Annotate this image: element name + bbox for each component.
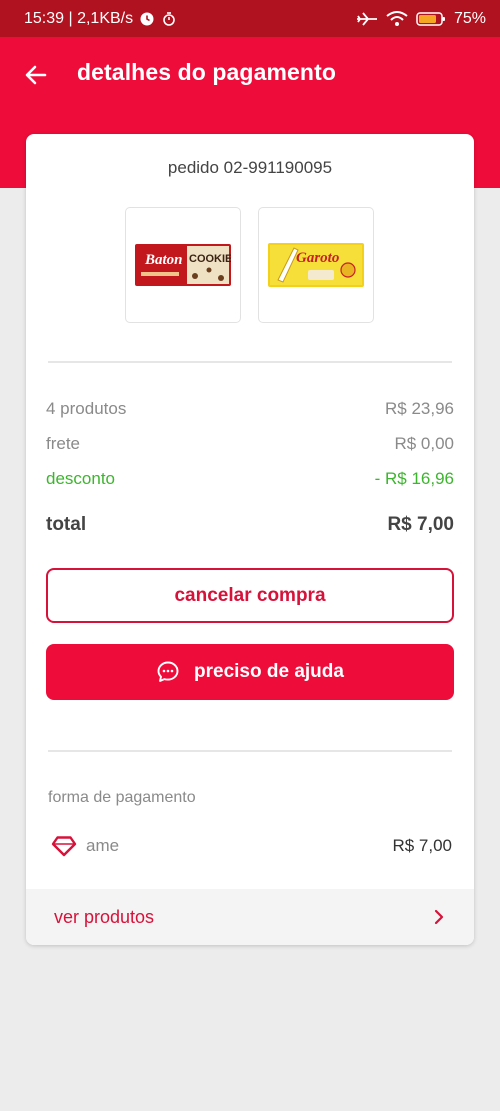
chat-bubble-icon bbox=[157, 661, 179, 682]
svg-text:Baton: Baton bbox=[144, 252, 183, 268]
discount-value: - R$ 16,96 bbox=[374, 469, 454, 488]
payment-details-card: pedido 02-991190095 COOKIE Baton Garoto … bbox=[26, 134, 474, 945]
cancel-purchase-button[interactable]: cancelar compra bbox=[46, 568, 454, 623]
view-products-label: ver produtos bbox=[54, 906, 155, 927]
svg-text:Garoto: Garoto bbox=[296, 250, 339, 266]
divider bbox=[48, 750, 452, 752]
order-id: pedido 02-991190095 bbox=[167, 158, 333, 177]
products-label: 4 produtos bbox=[46, 399, 127, 418]
products-row: 4 produtos R$ 23,96 bbox=[46, 399, 454, 419]
need-help-label: preciso de ajuda bbox=[194, 661, 344, 682]
status-time-speed: 15:39 | 2,1KB/s bbox=[24, 9, 134, 27]
payment-method-name: ame bbox=[86, 836, 120, 855]
chevron-right-icon bbox=[432, 909, 446, 925]
touch-icon bbox=[161, 11, 177, 27]
status-bar: 15:39 | 2,1KB/s 75% bbox=[0, 0, 500, 37]
baton-chocolate-image: COOKIE Baton bbox=[135, 244, 231, 286]
view-products-link[interactable]: ver produtos bbox=[26, 889, 474, 945]
payment-amount: R$ 7,00 bbox=[392, 836, 452, 855]
shipping-label: frete bbox=[46, 434, 81, 453]
arrow-left-icon bbox=[25, 65, 47, 85]
garoto-chocolate-image: Garoto bbox=[268, 243, 364, 287]
products-value: R$ 23,96 bbox=[385, 399, 454, 418]
battery-icon bbox=[416, 11, 446, 27]
total-value: R$ 7,00 bbox=[387, 514, 454, 535]
product-thumbnail-garoto[interactable]: Garoto bbox=[258, 207, 374, 323]
shipping-row: frete R$ 0,00 bbox=[46, 434, 454, 454]
need-help-button[interactable]: preciso de ajuda bbox=[46, 644, 454, 700]
status-left: 15:39 | 2,1KB/s bbox=[24, 10, 177, 28]
battery-level: 75% bbox=[453, 9, 486, 27]
total-label: total bbox=[46, 514, 87, 535]
divider bbox=[48, 361, 452, 363]
alarm-icon bbox=[139, 11, 155, 27]
product-thumbnail-baton[interactable]: COOKIE Baton bbox=[125, 207, 241, 323]
payment-method-heading: forma de pagamento bbox=[48, 789, 196, 806]
cancel-purchase-label: cancelar compra bbox=[174, 584, 326, 606]
discount-row: desconto - R$ 16,96 bbox=[46, 469, 454, 489]
svg-text:COOKIE: COOKIE bbox=[189, 253, 231, 265]
total-row: total R$ 7,00 bbox=[46, 514, 454, 536]
back-button[interactable] bbox=[22, 61, 50, 89]
discount-label: desconto bbox=[46, 469, 115, 488]
page-title: detalhes do pagamento bbox=[77, 59, 336, 85]
wifi-icon bbox=[386, 10, 408, 27]
shipping-value: R$ 0,00 bbox=[394, 434, 454, 453]
payment-method-row: ame R$ 7,00 bbox=[50, 832, 452, 860]
ame-heart-icon bbox=[51, 836, 77, 857]
status-right: 75% bbox=[356, 10, 486, 28]
airplane-icon bbox=[356, 11, 378, 26]
